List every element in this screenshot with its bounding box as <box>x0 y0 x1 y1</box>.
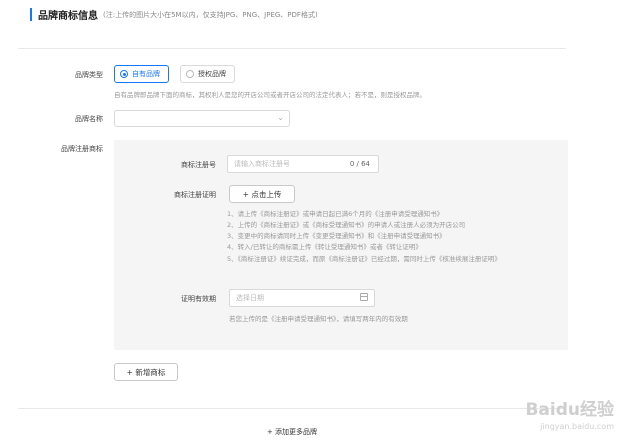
rule-item: 5、《商标注册证》续证完成，而原《商标注册证》已经过期，需同时上传《核准续展注册… <box>227 255 501 263</box>
divider <box>18 48 566 49</box>
baidu-watermark: Baidu经验 <box>525 400 614 420</box>
trademark-section-label: 品牌注册商标 <box>61 145 103 153</box>
validity-hint: 若您上传的是《注册申请受理通知书》，请填写两年内的有效期 <box>229 315 408 323</box>
divider <box>18 408 566 409</box>
watermark-url: jingyan.baidu.com <box>540 422 614 431</box>
date-picker[interactable]: 选择日期 <box>229 289 375 307</box>
char-count: 0 / 64 <box>349 160 370 168</box>
cert-label: 商标注册证明 <box>174 191 216 199</box>
rule-item: 3、变更中的商标请同时上传《变更受理通知书》和《注册申请受理通知书》 <box>227 232 446 240</box>
reg-no-input[interactable]: 请输入商标注册号 0 / 64 <box>227 155 379 173</box>
radio-authorized-brand[interactable]: 授权品牌 <box>180 65 235 83</box>
brand-name-label: 品牌名称 <box>75 115 103 123</box>
reg-no-placeholder: 请输入商标注册号 <box>234 160 290 168</box>
add-brand-button[interactable]: + 添加更多品牌 <box>18 422 566 442</box>
validity-label: 证明有效期 <box>181 295 216 303</box>
section-title: 品牌商标信息 <box>38 11 98 22</box>
rule-item: 2、上传的《商标注册证》或《商标受理通知书》的申请人或注册人必须为开店公司 <box>227 221 466 229</box>
brand-type-hint: 自有品牌即品牌下面的商标，其权利人是您的开店公司或者开店公司的法定代表人；若不是… <box>114 91 426 99</box>
radio-label: 自有品牌 <box>132 70 160 78</box>
brand-name-select[interactable]: ⌄ <box>114 110 290 127</box>
add-trademark-button[interactable]: + 新增商标 <box>114 363 178 381</box>
chevron-down-icon: ⌄ <box>277 113 284 122</box>
radio-dot <box>186 70 194 78</box>
add-brand-label: + 添加更多品牌 <box>266 428 318 436</box>
radio-label: 授权品牌 <box>198 70 226 78</box>
rule-item: 4、转入/已转让的商标需上传《转让受理通知书》或者《转让证明》 <box>227 243 422 251</box>
radio-dot <box>120 70 128 78</box>
accent-bar <box>30 8 32 21</box>
radio-own-brand[interactable]: 自有品牌 <box>114 65 169 83</box>
date-placeholder: 选择日期 <box>236 294 264 302</box>
upload-button[interactable]: + 点击上传 <box>229 185 295 203</box>
rule-item: 1、请上传《商标注册证》或申请日起已满6个月的《注册申请受理通知书》 <box>227 210 444 218</box>
calendar-icon <box>360 293 368 301</box>
brand-type-label: 品牌类型 <box>75 71 103 79</box>
upload-note: (注:上传的图片大小在5M以内，仅支持JPG、PNG、JPEG、PDF格式) <box>103 10 318 19</box>
section-header: 品牌商标信息 (注:上传的图片大小在5M以内，仅支持JPG、PNG、JPEG、P… <box>30 7 318 22</box>
reg-no-label: 商标注册号 <box>181 161 216 169</box>
